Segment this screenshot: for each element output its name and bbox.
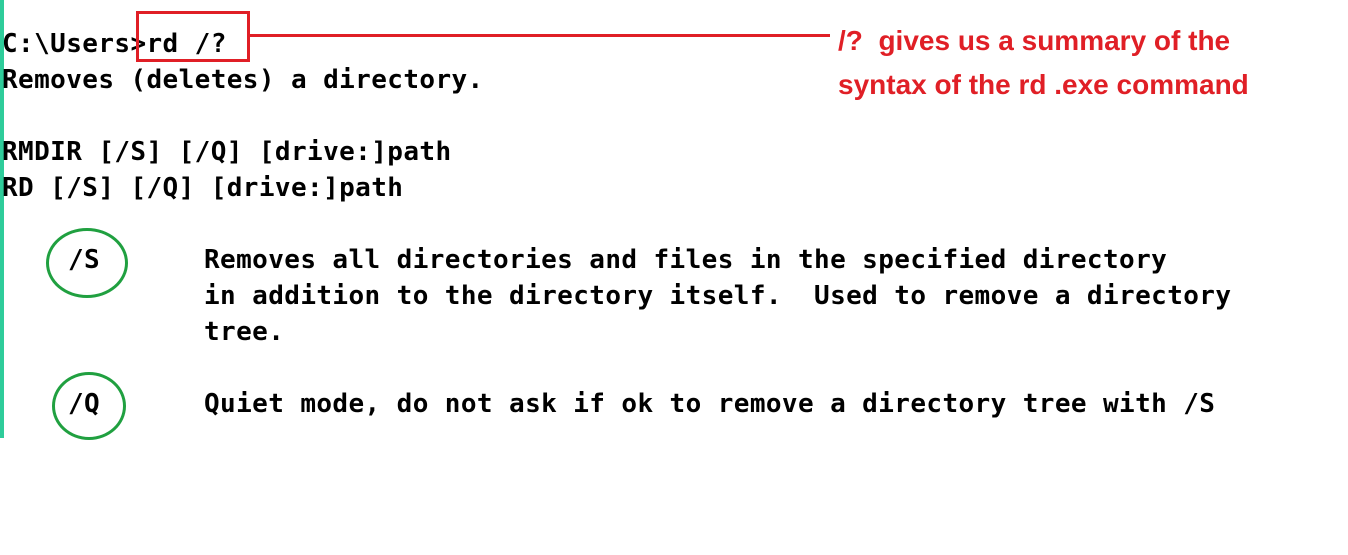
- annotation-line-1: /? gives us a summary of the: [838, 25, 1231, 56]
- option-s-line-3: tree.: [204, 317, 285, 347]
- syntax-rmdir: RMDIR [/S] [/Q] [drive:]path: [2, 137, 452, 167]
- command-highlight-box: [136, 11, 250, 62]
- prompt-path: C:\Users: [2, 29, 131, 59]
- option-q-line-1: Quiet mode, do not ask if ok to remove a…: [204, 389, 1216, 419]
- option-s-line-2: in addition to the directory itself. Use…: [204, 281, 1232, 311]
- syntax-rd: RD [/S] [/Q] [drive:]path: [2, 173, 404, 203]
- annotation-connector-line: [250, 34, 830, 37]
- option-s-line-1: Removes all directories and files in the…: [204, 245, 1168, 275]
- command-description: Removes (deletes) a directory.: [2, 65, 484, 95]
- option-q-highlight-circle: [52, 372, 126, 440]
- screenshot-canvas: C:\Users>rd /? Removes (deletes) a direc…: [0, 0, 1348, 555]
- annotation-line-2: syntax of the rd .exe command: [838, 69, 1249, 100]
- option-s-highlight-circle: [46, 228, 128, 298]
